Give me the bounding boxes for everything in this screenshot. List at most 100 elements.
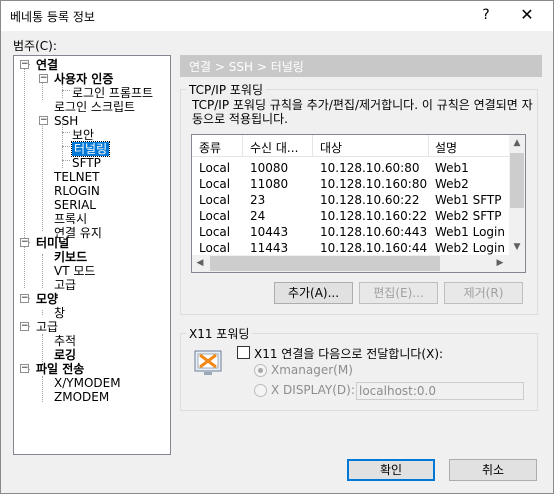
table-row[interactable]: Local 11443 10.128.10.160:443 Web2 Login <box>192 240 510 256</box>
tcpip-description: TCP/IP 포워딩 규칙을 추가/편집/제거합니다. 이 규칙은 연결되면 자… <box>192 98 533 126</box>
column-description[interactable]: 설명 <box>435 139 457 156</box>
x11-forward-label: X11 연결을 다음으로 전달합니다(X): <box>254 347 444 361</box>
column-type[interactable]: 종류 <box>199 139 221 156</box>
breadcrumb: 연결 > SSH > 터널링 <box>189 60 304 74</box>
window-title: 베네통 등록 정보 <box>10 10 95 24</box>
table-row[interactable]: Local 11080 10.128.10.160:80 Web2 <box>192 176 510 192</box>
collapse-icon[interactable]: − <box>20 60 29 69</box>
tree-item-telnet[interactable]: TELNET <box>54 170 100 184</box>
tree-item-connection[interactable]: 연결 <box>36 58 58 72</box>
table-cell: Web2 <box>435 177 469 191</box>
scroll-left-icon[interactable]: ◀ <box>192 255 208 271</box>
table-cell: Local <box>199 225 231 239</box>
tree-item-login-script[interactable]: 로그인 스크립트 <box>54 100 135 114</box>
collapse-icon[interactable]: − <box>20 322 29 331</box>
tree-item-xymodem[interactable]: X/YMODEM <box>54 376 121 390</box>
collapse-icon[interactable]: − <box>20 364 29 373</box>
table-cell: 10.128.10.60:443 <box>320 225 428 239</box>
tree-item-security[interactable]: 보안 <box>72 128 94 142</box>
xdisplay-label: X DISPLAY(D): <box>271 383 355 397</box>
xmanager-radio[interactable] <box>254 364 267 377</box>
vertical-scroll-thumb[interactable] <box>510 153 524 208</box>
close-button[interactable]: ✕ <box>509 3 545 27</box>
table-cell: Local <box>199 241 231 255</box>
tree-item-keyboard[interactable]: 키보드 <box>54 250 87 264</box>
tree-item-vt-mode[interactable]: VT 모드 <box>54 264 95 278</box>
tree-item-trace[interactable]: 추적 <box>54 334 76 348</box>
tree-item-terminal-advanced[interactable]: 고급 <box>54 278 76 292</box>
tree-item-tunneling[interactable]: 터널링 <box>70 141 111 157</box>
tree-item-advanced[interactable]: 고급 <box>36 320 58 334</box>
scroll-up-icon[interactable]: ▲ <box>509 135 525 151</box>
scroll-down-icon[interactable]: ▼ <box>509 239 525 255</box>
table-cell: 24 <box>250 209 266 223</box>
table-cell: Web2 Login <box>435 241 505 255</box>
tree-item-zmodem[interactable]: ZMODEM <box>54 390 109 404</box>
table-cell: Local <box>199 161 231 175</box>
horizontal-scrollbar[interactable]: ◀ ▶ <box>192 255 509 272</box>
tree-item-terminal[interactable]: 터미널 <box>36 236 69 250</box>
breadcrumb-bar: 연결 > SSH > 터널링 <box>180 55 542 77</box>
vertical-scrollbar[interactable]: ▲ ▼ <box>509 135 525 255</box>
collapse-icon[interactable]: − <box>39 74 48 83</box>
table-row[interactable]: Local 24 10.128.10.160:22 Web2 SFTP <box>192 208 510 224</box>
horizontal-scroll-thumb[interactable] <box>210 256 440 271</box>
scroll-right-icon[interactable]: ▶ <box>492 255 508 271</box>
collapse-icon[interactable]: − <box>20 294 29 303</box>
table-row[interactable]: Local 10080 10.128.10.60:80 Web1 <box>192 160 510 176</box>
table-cell: 10.128.10.160:443 <box>320 241 428 255</box>
table-cell: 11443 <box>250 241 289 255</box>
tree-item-appearance[interactable]: 모양 <box>36 292 58 306</box>
tree-item-proxy[interactable]: 프록시 <box>54 212 87 226</box>
xmanager-label: Xmanager(M) <box>271 363 353 377</box>
properties-dialog: 베네통 등록 정보 ? ✕ 범주(C): − − − − − − − 연결 사용… <box>0 0 554 494</box>
tree-item-ssh[interactable]: SSH <box>54 114 78 128</box>
collapse-icon[interactable]: − <box>39 116 48 125</box>
help-button[interactable]: ? <box>471 3 501 27</box>
table-cell: Web1 SFTP <box>435 193 502 207</box>
add-button[interactable]: 추가(A)... <box>274 282 353 304</box>
table-cell: Local <box>199 177 231 191</box>
xdisplay-input[interactable]: localhost:0.0 <box>356 382 524 400</box>
table-cell: 11080 <box>250 177 289 191</box>
column-destination[interactable]: 대상 <box>320 139 342 156</box>
table-cell: 10.128.10.160:80 <box>320 177 428 191</box>
category-tree[interactable]: − − − − − − − 연결 사용자 인증 로그인 프롬프트 로그인 스크립… <box>13 55 171 455</box>
tcpip-group-title: TCP/IP 포워딩 <box>186 81 266 98</box>
forwarding-rules-list[interactable]: 종류 수신 대... 대상 설명 Local 10080 10.128.10.60:… <box>191 134 526 273</box>
xdisplay-radio[interactable] <box>254 384 267 397</box>
table-cell: Web1 <box>435 161 469 175</box>
tree-item-file-transfer[interactable]: 파일 전송 <box>36 362 84 376</box>
x11-group-title: X11 포워딩 <box>186 325 253 342</box>
table-cell: 10.128.10.60:22 <box>320 193 420 207</box>
table-cell: 10.128.10.160:22 <box>320 209 428 223</box>
category-label: 범주(C): <box>13 39 57 53</box>
table-cell: 23 <box>250 193 266 207</box>
remove-button[interactable]: 제거(R) <box>444 282 523 304</box>
tree-item-user-auth[interactable]: 사용자 인증 <box>54 72 113 86</box>
x11-monitor-icon <box>194 349 222 377</box>
tree-item-rlogin[interactable]: RLOGIN <box>54 184 100 198</box>
tree-item-login-prompt[interactable]: 로그인 프롬프트 <box>72 86 153 100</box>
table-row[interactable]: Local 10443 10.128.10.60:443 Web1 Login <box>192 224 510 240</box>
ok-button[interactable]: 확인 <box>347 459 435 481</box>
list-header: 종류 수신 대... 대상 설명 <box>192 135 525 157</box>
tree-item-serial[interactable]: SERIAL <box>54 198 96 212</box>
table-cell: Local <box>199 193 231 207</box>
table-row[interactable]: Local 23 10.128.10.60:22 Web1 SFTP <box>192 192 510 208</box>
table-cell: 10.128.10.60:80 <box>320 161 420 175</box>
cancel-button[interactable]: 취소 <box>449 459 537 481</box>
table-cell: 10080 <box>250 161 289 175</box>
table-cell: Web2 SFTP <box>435 209 502 223</box>
title-bar: 베네통 등록 정보 ? ✕ <box>1 1 553 31</box>
table-cell: Web1 Login <box>435 225 505 239</box>
table-cell: 10443 <box>250 225 289 239</box>
table-cell: Local <box>199 209 231 223</box>
column-listen[interactable]: 수신 대... <box>250 139 298 156</box>
x11-forward-checkbox[interactable] <box>237 346 250 359</box>
edit-button[interactable]: 편집(E)... <box>359 282 438 304</box>
tree-item-logging[interactable]: 로깅 <box>54 348 76 362</box>
tree-item-sftp[interactable]: SFTP <box>72 156 101 170</box>
collapse-icon[interactable]: − <box>20 238 29 247</box>
tree-item-window[interactable]: 창 <box>54 306 65 320</box>
